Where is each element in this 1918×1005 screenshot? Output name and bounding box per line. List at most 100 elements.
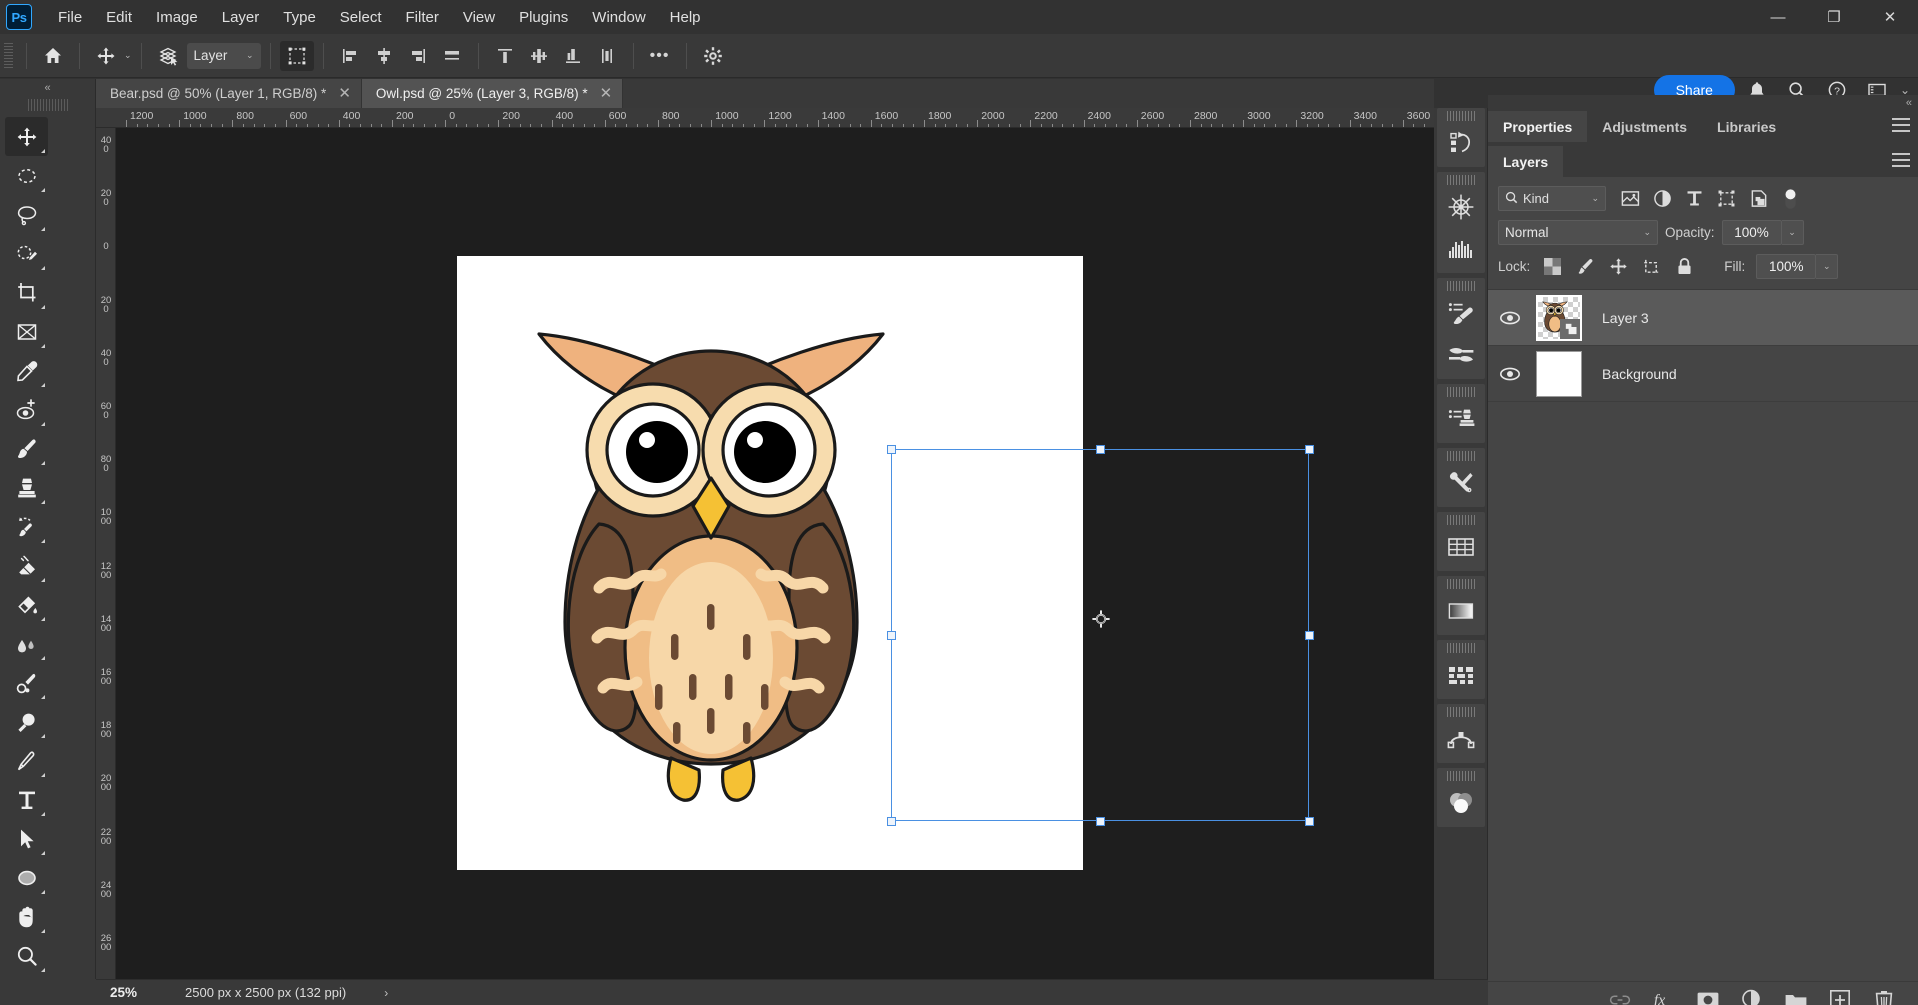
table-row[interactable]: Layer 3	[1488, 290, 1918, 346]
tab-layers[interactable]: Layers	[1488, 146, 1564, 177]
handle-top-center[interactable]	[1096, 445, 1105, 454]
align-top-edges-icon[interactable]	[488, 41, 522, 71]
auto-select-icon[interactable]	[151, 41, 185, 71]
layer-name[interactable]: Layer 3	[1590, 310, 1649, 326]
distribute-horizontally-icon[interactable]	[435, 41, 469, 71]
swatches-panel-icon[interactable]	[1439, 526, 1483, 568]
menu-item-file[interactable]: File	[46, 5, 94, 30]
filter-shape-layers-icon[interactable]	[1714, 186, 1739, 211]
distribute-vertically-icon[interactable]	[590, 41, 624, 71]
filter-pixel-layers-icon[interactable]	[1618, 186, 1643, 211]
opacity-stepper[interactable]: ⌄	[1781, 220, 1804, 245]
filter-type-layers-icon[interactable]	[1682, 186, 1707, 211]
transform-pivot-point-icon[interactable]	[1092, 610, 1110, 628]
blur-tool[interactable]	[5, 624, 48, 663]
dock-grip[interactable]	[1446, 387, 1475, 397]
handle-bottom-center[interactable]	[1096, 817, 1105, 826]
move-tool[interactable]	[5, 117, 48, 156]
frame-tool[interactable]	[5, 312, 48, 351]
new-group-icon[interactable]	[1784, 988, 1808, 1005]
lock-image-pixels-icon[interactable]	[1574, 256, 1596, 278]
opacity-input[interactable]: 100%	[1721, 220, 1782, 245]
toolbar-collapse-button[interactable]: «	[0, 79, 95, 97]
menu-item-layer[interactable]: Layer	[210, 5, 272, 30]
tool-presets-panel-icon[interactable]	[1439, 462, 1483, 504]
history-brush-tool[interactable]	[5, 507, 48, 546]
dock-grip[interactable]	[1446, 515, 1475, 525]
layer-style-icon[interactable]: fx	[1652, 988, 1676, 1005]
handle-bottom-left[interactable]	[887, 817, 896, 826]
layers-panel-menu-icon[interactable]	[1892, 153, 1910, 167]
menu-item-filter[interactable]: Filter	[394, 5, 451, 30]
eraser-tool[interactable]	[5, 546, 48, 585]
add-layer-mask-icon[interactable]	[1696, 988, 1720, 1005]
lasso-tool[interactable]	[5, 195, 48, 234]
artboard[interactable]	[457, 256, 1314, 870]
align-left-edges-icon[interactable]	[333, 41, 367, 71]
dock-grip[interactable]	[1446, 579, 1475, 589]
move-tool-caret[interactable]: ⌄	[124, 50, 132, 61]
pen-tool[interactable]	[5, 741, 48, 780]
menu-item-edit[interactable]: Edit	[94, 5, 144, 30]
canvas-area[interactable]	[116, 128, 1434, 979]
toolbar-grip[interactable]	[27, 99, 68, 111]
history-panel-icon[interactable]	[1439, 122, 1483, 164]
brush-settings-panel-icon[interactable]	[1439, 334, 1483, 376]
dock-grip[interactable]	[1446, 281, 1475, 291]
navigator-panel-icon[interactable]	[1439, 186, 1483, 228]
menu-item-select[interactable]: Select	[328, 5, 394, 30]
move-tool-icon[interactable]	[89, 41, 123, 71]
panels-collapse-button[interactable]: «	[1488, 95, 1918, 111]
histogram-panel-icon[interactable]	[1439, 228, 1483, 270]
type-tool[interactable]	[5, 780, 48, 819]
eyedropper-tool[interactable]	[5, 351, 48, 390]
filter-kind-dropdown[interactable]: Kind ⌄	[1498, 186, 1606, 211]
ellipse-shape-tool[interactable]	[5, 858, 48, 897]
align-right-edges-icon[interactable]	[401, 41, 435, 71]
zoom-tool[interactable]	[5, 936, 48, 975]
clone-stamp-tool[interactable]	[5, 468, 48, 507]
menu-item-image[interactable]: Image	[144, 5, 210, 30]
dock-grip[interactable]	[1446, 643, 1475, 653]
menu-item-view[interactable]: View	[451, 5, 507, 30]
layer-visibility-toggle[interactable]	[1492, 310, 1528, 326]
lock-all-icon[interactable]	[1673, 256, 1695, 278]
layer-thumbnail-cell[interactable]	[1530, 294, 1588, 341]
brush-tool[interactable]	[5, 429, 48, 468]
path-selection-tool[interactable]	[5, 819, 48, 858]
lock-transparent-pixels-icon[interactable]	[1541, 256, 1563, 278]
filter-adjustment-layers-icon[interactable]	[1650, 186, 1675, 211]
tab-properties[interactable]: Properties	[1488, 111, 1588, 142]
zoom-detail-tool[interactable]	[5, 702, 48, 741]
horizontal-ruler[interactable]: 1200 1000 800 600 400 200 0 200 400 600 800 1000 120…	[96, 108, 1434, 128]
handle-middle-right[interactable]	[1305, 631, 1314, 640]
hand-tool[interactable]	[5, 897, 48, 936]
new-fill-adjustment-layer-icon[interactable]	[1740, 988, 1764, 1005]
layer-thumbnail-cell[interactable]	[1530, 350, 1588, 397]
dock-grip[interactable]	[1446, 771, 1475, 781]
more-options-button[interactable]: •••	[643, 41, 677, 71]
transform-selection-box[interactable]	[887, 445, 1314, 826]
dock-grip[interactable]	[1446, 175, 1475, 185]
table-row[interactable]: Background	[1488, 346, 1918, 402]
fill-input[interactable]: 100%	[1756, 254, 1817, 279]
lock-position-icon[interactable]	[1607, 256, 1629, 278]
close-icon[interactable]: ✕	[338, 86, 351, 101]
gradients-panel-icon[interactable]	[1439, 590, 1483, 632]
tab-libraries[interactable]: Libraries	[1702, 111, 1792, 142]
spot-healing-brush-tool[interactable]	[5, 390, 48, 429]
filter-toggle-icon[interactable]	[1778, 186, 1803, 211]
menu-item-window[interactable]: Window	[580, 5, 657, 30]
filter-smart-object-icon[interactable]	[1746, 186, 1771, 211]
document-tab[interactable]: Bear.psd @ 50% (Layer 1, RGB/8) * ✕	[96, 79, 362, 108]
align-bottom-edges-icon[interactable]	[556, 41, 590, 71]
show-transform-controls-icon[interactable]	[279, 40, 314, 71]
fill-stepper[interactable]: ⌄	[1816, 254, 1839, 279]
options-bar-grip[interactable]	[4, 42, 13, 69]
blend-mode-dropdown[interactable]: Normal ⌄	[1498, 220, 1658, 245]
menu-item-help[interactable]: Help	[658, 5, 713, 30]
crop-tool[interactable]	[5, 273, 48, 312]
gradient-tool[interactable]	[5, 585, 48, 624]
dodge-tool[interactable]	[5, 663, 48, 702]
vertical-ruler[interactable]: 400 200 0 200 400 600 800 1000 1200 1400 1600 1800 2…	[96, 128, 116, 979]
